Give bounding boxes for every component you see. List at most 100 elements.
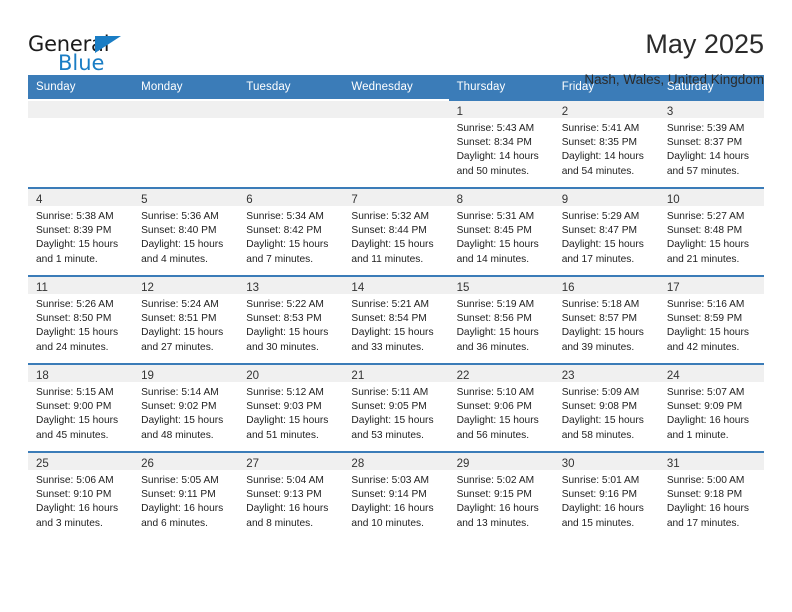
day-details: Sunrise: 5:41 AM Sunset: 8:35 PM Daylight:… [554,118,659,179]
daylight-text-line2: and 24 minutes. [36,341,109,353]
page-header: General Blue May 2025 Nash, Wales, Unite… [28,0,764,86]
daylight-text-line2: and 54 minutes. [561,165,635,177]
sunset-text: Sunset: 8:35 PM [561,137,638,149]
calendar-day-cell[interactable]: 3 Sunrise: 5:39 AM Sunset: 8:37 PM Daylight… [658,99,764,187]
day-details: Sunrise: 5:32 AM Sunset: 8:44 PM Daylight:… [343,206,448,267]
daylight-text-line1: Daylight: 16 hours [456,503,539,515]
day-number: 20 [246,370,260,382]
day-details: Sunrise: 5:16 AM Sunset: 8:59 PM Daylight:… [659,294,764,355]
day-details: Sunrise: 5:29 AM Sunset: 8:47 PM Daylight:… [554,206,659,267]
day-number-strip: 3 [658,101,764,118]
daylight-text-line2: and 36 minutes. [456,341,530,353]
calendar-day-cell[interactable]: 26 Sunrise: 5:05 AM Sunset: 9:11 PM Dayligh… [133,451,239,539]
daylight-text-line2: and 33 minutes. [351,341,424,353]
calendar-day-cell[interactable]: 17 Sunrise: 5:16 AM Sunset: 8:59 PM Dayligh… [658,275,764,363]
calendar-day-cell[interactable]: 31 Sunrise: 5:00 AM Sunset: 9:18 PM Dayligh… [658,451,764,539]
calendar-day-cell[interactable]: 28 Sunrise: 5:03 AM Sunset: 9:14 PM Dayligh… [343,451,449,539]
calendar-day-cell[interactable]: 1 Sunrise: 5:43 AM Sunset: 8:34 PM Daylight… [448,99,554,187]
calendar-day-cell[interactable]: 15 Sunrise: 5:19 AM Sunset: 8:56 PM Dayligh… [448,275,554,363]
day-details: Sunrise: 5:14 AM Sunset: 9:02 PM Daylight:… [133,382,238,443]
day-number-strip: 19 [133,365,239,382]
sunrise-text: Sunrise: 5:32 AM [351,211,430,222]
sunrise-text: Sunrise: 5:22 AM [246,299,324,310]
daylight-text-line2: and 13 minutes. [456,517,530,529]
calendar-day-cell[interactable]: 10 Sunrise: 5:27 AM Sunset: 8:48 PM Dayligh… [658,187,764,275]
daylight-text-line1: Daylight: 15 hours [246,239,329,251]
calendar-day-cell[interactable]: 11 Sunrise: 5:26 AM Sunset: 8:50 PM Dayligh… [28,275,134,363]
daylight-text-line1: Daylight: 15 hours [246,415,329,427]
sunrise-text: Sunrise: 5:41 AM [561,123,640,134]
calendar-day-cell-empty [28,99,134,187]
calendar-day-cell[interactable]: 21 Sunrise: 5:11 AM Sunset: 9:05 PM Dayligh… [343,363,449,451]
daylight-text-line2: and 8 minutes. [246,517,314,529]
day-number: 29 [456,458,470,470]
sunset-text: Sunset: 9:18 PM [666,489,743,501]
daylight-text-line1: Daylight: 16 hours [36,503,119,515]
calendar-day-cell[interactable]: 7 Sunrise: 5:32 AM Sunset: 8:44 PM Daylight… [343,187,449,275]
sunrise-text: Sunrise: 5:29 AM [561,211,640,222]
calendar-day-cell[interactable]: 23 Sunrise: 5:09 AM Sunset: 9:08 PM Dayligh… [553,363,659,451]
sunset-text: Sunset: 8:53 PM [246,313,322,325]
day-number: 2 [561,106,569,118]
calendar-day-cell[interactable]: 27 Sunrise: 5:04 AM Sunset: 9:13 PM Dayligh… [238,451,344,539]
daylight-text-line2: and 10 minutes. [351,517,424,529]
calendar-day-cell[interactable]: 14 Sunrise: 5:21 AM Sunset: 8:54 PM Dayligh… [343,275,449,363]
daylight-text-line1: Daylight: 14 hours [561,151,644,163]
daylight-text-line1: Daylight: 15 hours [36,415,119,427]
sunset-text: Sunset: 8:50 PM [36,313,112,325]
calendar-grid: Sunday Monday Tuesday Wednesday Thursday… [28,75,764,539]
day-number-strip: 6 [238,189,344,206]
daylight-text-line2: and 57 minutes. [666,165,740,177]
daylight-text-line2: and 14 minutes. [456,253,530,265]
sunrise-text: Sunrise: 5:03 AM [351,475,430,486]
sunset-text: Sunset: 8:57 PM [561,313,638,325]
sunset-text: Sunset: 8:59 PM [666,313,743,325]
general-blue-logo[interactable]: General Blue [28,28,148,76]
calendar-day-cell[interactable]: 20 Sunrise: 5:12 AM Sunset: 9:03 PM Dayligh… [238,363,344,451]
day-number: 18 [36,370,49,382]
calendar-day-cell[interactable]: 5 Sunrise: 5:36 AM Sunset: 8:40 PM Daylight… [133,187,239,275]
day-number-strip: 1 [448,101,554,118]
day-number: 28 [351,458,365,470]
calendar-day-cell-empty [343,99,449,187]
calendar-day-cell[interactable]: 13 Sunrise: 5:22 AM Sunset: 8:53 PM Dayligh… [238,275,344,363]
daylight-text-line2: and 50 minutes. [456,165,530,177]
calendar-day-cell[interactable]: 18 Sunrise: 5:15 AM Sunset: 9:00 PM Dayligh… [28,363,134,451]
day-number-strip: 27 [238,453,344,470]
calendar-day-cell[interactable]: 24 Sunrise: 5:07 AM Sunset: 9:09 PM Dayligh… [658,363,764,451]
daylight-text-line2: and 7 minutes. [246,253,314,265]
calendar-day-cell[interactable]: 6 Sunrise: 5:34 AM Sunset: 8:42 PM Daylight… [238,187,344,275]
calendar-day-cell[interactable]: 19 Sunrise: 5:14 AM Sunset: 9:02 PM Dayligh… [133,363,239,451]
calendar-day-cell[interactable]: 2 Sunrise: 5:41 AM Sunset: 8:35 PM Daylight… [553,99,659,187]
weekday-friday: Friday [561,81,595,93]
sunrise-text: Sunrise: 5:27 AM [666,211,745,222]
sunset-text: Sunset: 9:11 PM [141,489,216,501]
weekday-saturday: Saturday [666,81,714,93]
calendar-day-cell[interactable]: 25 Sunrise: 5:06 AM Sunset: 9:10 PM Dayligh… [28,451,134,539]
daylight-text-line1: Daylight: 16 hours [246,503,329,515]
day-number-strip: 4 [28,189,134,206]
calendar-day-cell[interactable]: 8 Sunrise: 5:31 AM Sunset: 8:45 PM Daylight… [448,187,554,275]
sunrise-text: Sunrise: 5:04 AM [246,475,324,486]
calendar-day-cell[interactable]: 30 Sunrise: 5:01 AM Sunset: 9:16 PM Dayligh… [553,451,659,539]
calendar-day-cell[interactable]: 4 Sunrise: 5:38 AM Sunset: 8:39 PM Daylight… [28,187,134,275]
calendar-day-cell[interactable]: 9 Sunrise: 5:29 AM Sunset: 8:47 PM Daylight… [553,187,659,275]
daylight-text-line1: Daylight: 15 hours [561,327,644,339]
day-number: 16 [561,282,575,294]
sunrise-text: Sunrise: 5:31 AM [456,211,535,222]
sunrise-text: Sunrise: 5:09 AM [561,387,640,398]
day-number: 21 [351,370,365,382]
daylight-text-line2: and 17 minutes. [666,517,740,529]
sunrise-text: Sunrise: 5:26 AM [36,299,114,310]
day-number-strip: 31 [658,453,764,470]
sunset-text: Sunset: 8:54 PM [351,313,427,325]
sunset-text: Sunset: 8:44 PM [351,225,427,237]
weekday-tuesday: Tuesday [246,81,291,93]
day-details: Sunrise: 5:24 AM Sunset: 8:51 PM Daylight:… [133,294,238,355]
day-number: 13 [246,282,260,294]
calendar-day-cell[interactable]: 22 Sunrise: 5:10 AM Sunset: 9:06 PM Dayligh… [448,363,554,451]
calendar-day-cell[interactable]: 12 Sunrise: 5:24 AM Sunset: 8:51 PM Dayligh… [133,275,239,363]
calendar-day-cell[interactable]: 29 Sunrise: 5:02 AM Sunset: 9:15 PM Dayligh… [448,451,554,539]
day-details: Sunrise: 5:02 AM Sunset: 9:15 PM Daylight:… [449,470,554,531]
calendar-day-cell[interactable]: 16 Sunrise: 5:18 AM Sunset: 8:57 PM Dayligh… [553,275,659,363]
